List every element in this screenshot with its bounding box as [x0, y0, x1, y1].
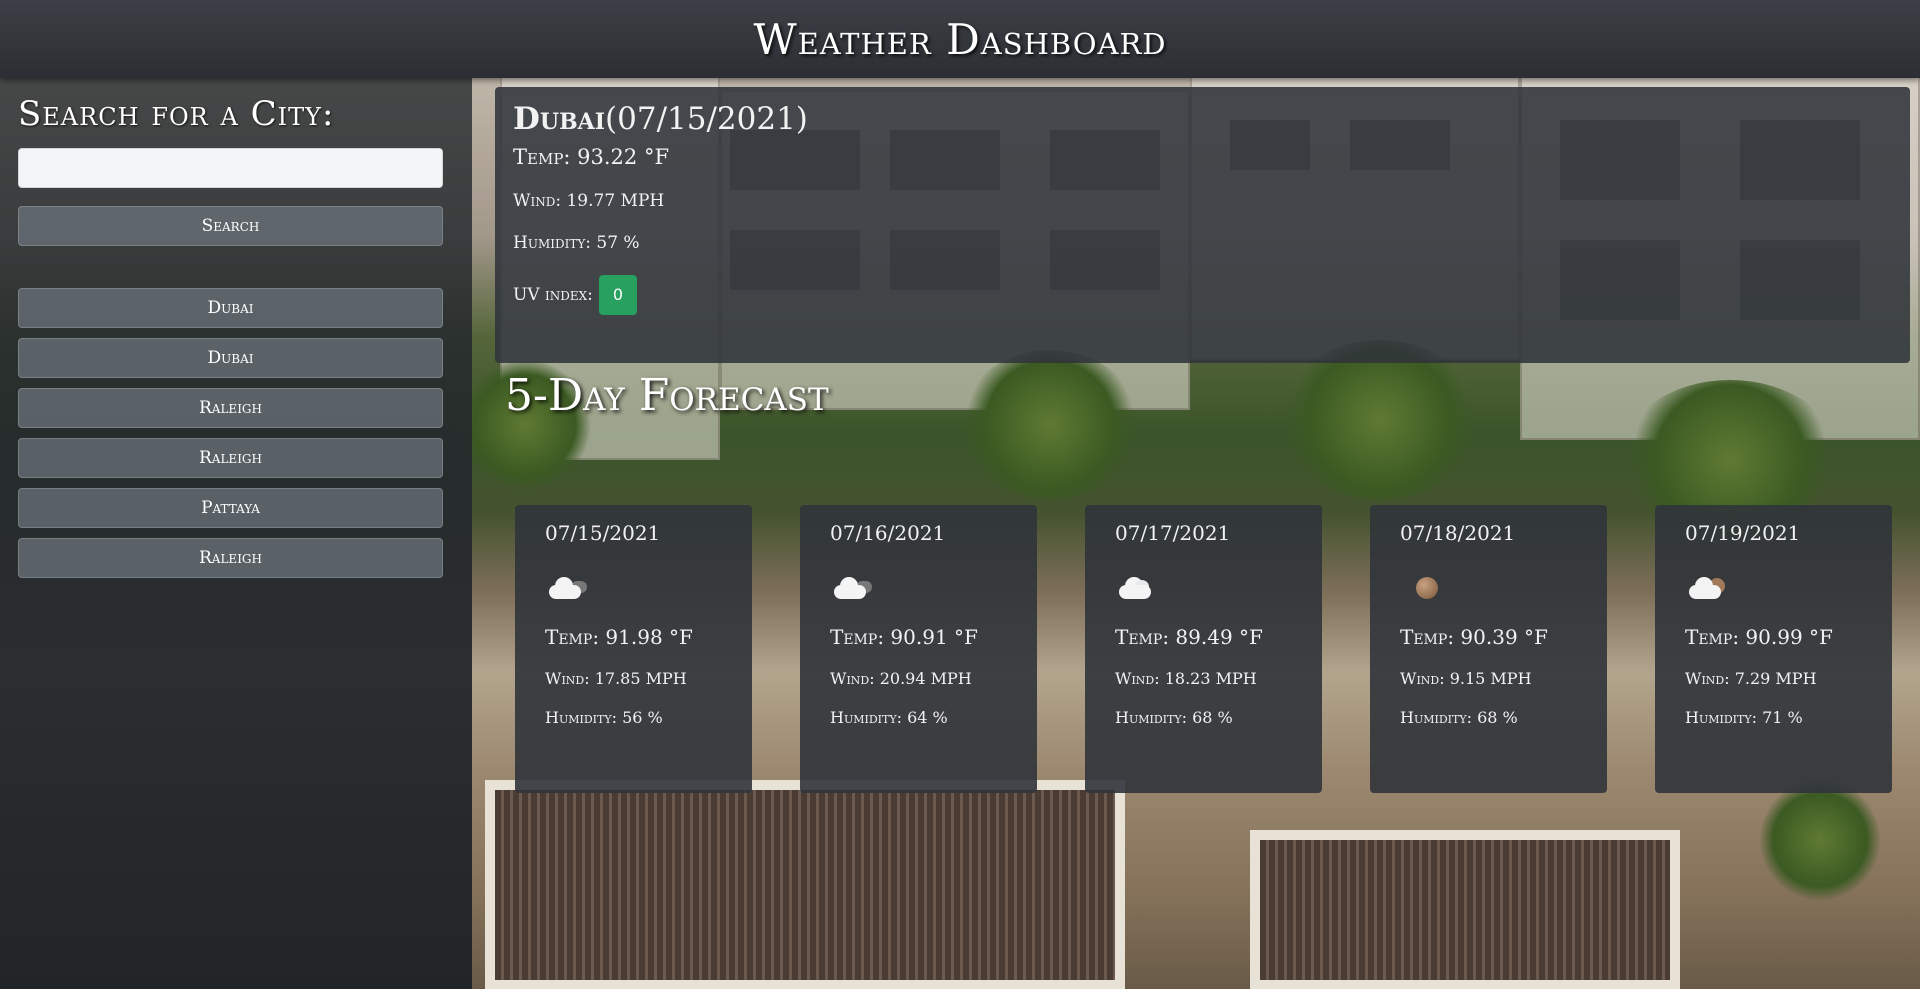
search-heading: Search for a City:	[18, 94, 335, 134]
forecast-wind: Wind: 17.85 MPH	[545, 669, 687, 688]
forecast-card: 07/16/2021 Temp: 90.91 °F Wind: 20.94 MP…	[800, 505, 1037, 793]
uv-badge: 0	[598, 275, 637, 315]
forecast-temp: Temp: 90.99 °F	[1685, 625, 1833, 649]
history-item-button[interactable]: Dubai	[18, 288, 443, 328]
current-city: Dubai	[513, 101, 606, 137]
forecast-temp: Temp: 90.91 °F	[830, 625, 978, 649]
forecast-date: 07/19/2021	[1685, 521, 1801, 545]
sidebar: Search for a City: Search Dubai Dubai Ra…	[0, 78, 472, 989]
forecast-humidity: Humidity: 68 %	[1115, 708, 1233, 727]
page-title: Weather Dashboard	[753, 14, 1167, 64]
forecast-wind: Wind: 18.23 MPH	[1115, 669, 1257, 688]
current-temp: Temp: 93.22 °F	[513, 145, 670, 169]
forecast-temp: Temp: 90.39 °F	[1400, 625, 1548, 649]
current-weather-panel: Dubai(07/15/2021) Temp: 93.22 °F Wind: 1…	[495, 87, 1910, 363]
forecast-date: 07/18/2021	[1400, 521, 1516, 545]
forecast-date: 07/15/2021	[545, 521, 661, 545]
forecast-wind: Wind: 20.94 MPH	[830, 669, 972, 688]
forecast-humidity: Humidity: 71 %	[1685, 708, 1803, 727]
forecast-card: 07/19/2021 Temp: 90.99 °F Wind: 7.29 MPH…	[1655, 505, 1892, 793]
city-search-input[interactable]	[18, 148, 443, 188]
forecast-card: 07/15/2021 Temp: 91.98 °F Wind: 17.85 MP…	[515, 505, 752, 793]
cloud-haze-icon	[1685, 573, 1862, 609]
forecast-temp: Temp: 89.49 °F	[1115, 625, 1263, 649]
app-header: Weather Dashboard	[0, 0, 1920, 78]
history-item-button[interactable]: Pattaya	[18, 488, 443, 528]
uv-label: UV index:	[513, 285, 593, 305]
forecast-humidity: Humidity: 64 %	[830, 708, 948, 727]
search-history: Dubai Dubai Raleigh Raleigh Pattaya Rale…	[18, 288, 454, 578]
current-humidity: Humidity: 57 %	[513, 233, 640, 253]
history-item-button[interactable]: Dubai	[18, 338, 443, 378]
forecast-card: 07/18/2021 Temp: 90.39 °F Wind: 9.15 MPH…	[1370, 505, 1607, 793]
current-date: (07/15/2021)	[605, 101, 808, 137]
history-item-button[interactable]: Raleigh	[18, 438, 443, 478]
forecast-date: 07/17/2021	[1115, 521, 1231, 545]
cloud-icon	[1115, 573, 1292, 609]
search-button[interactable]: Search	[18, 206, 443, 246]
forecast-card: 07/17/2021 Temp: 89.49 °F Wind: 18.23 MP…	[1085, 505, 1322, 793]
forecast-humidity: Humidity: 56 %	[545, 708, 663, 727]
forecast-wind: Wind: 7.29 MPH	[1685, 669, 1817, 688]
forecast-date: 07/16/2021	[830, 521, 946, 545]
current-wind: Wind: 19.77 MPH	[513, 191, 665, 211]
partly-cloudy-icon	[830, 573, 1007, 609]
uv-index-row: UV index: 0	[513, 275, 1892, 315]
forecast-temp: Temp: 91.98 °F	[545, 625, 693, 649]
history-item-button[interactable]: Raleigh	[18, 388, 443, 428]
haze-icon	[1400, 573, 1577, 609]
current-title: Dubai(07/15/2021)	[513, 101, 1892, 137]
history-item-button[interactable]: Raleigh	[18, 538, 443, 578]
partly-cloudy-icon	[545, 573, 722, 609]
forecast-humidity: Humidity: 68 %	[1400, 708, 1518, 727]
forecast-wind: Wind: 9.15 MPH	[1400, 669, 1532, 688]
forecast-heading: 5-Day Forecast	[505, 370, 829, 421]
